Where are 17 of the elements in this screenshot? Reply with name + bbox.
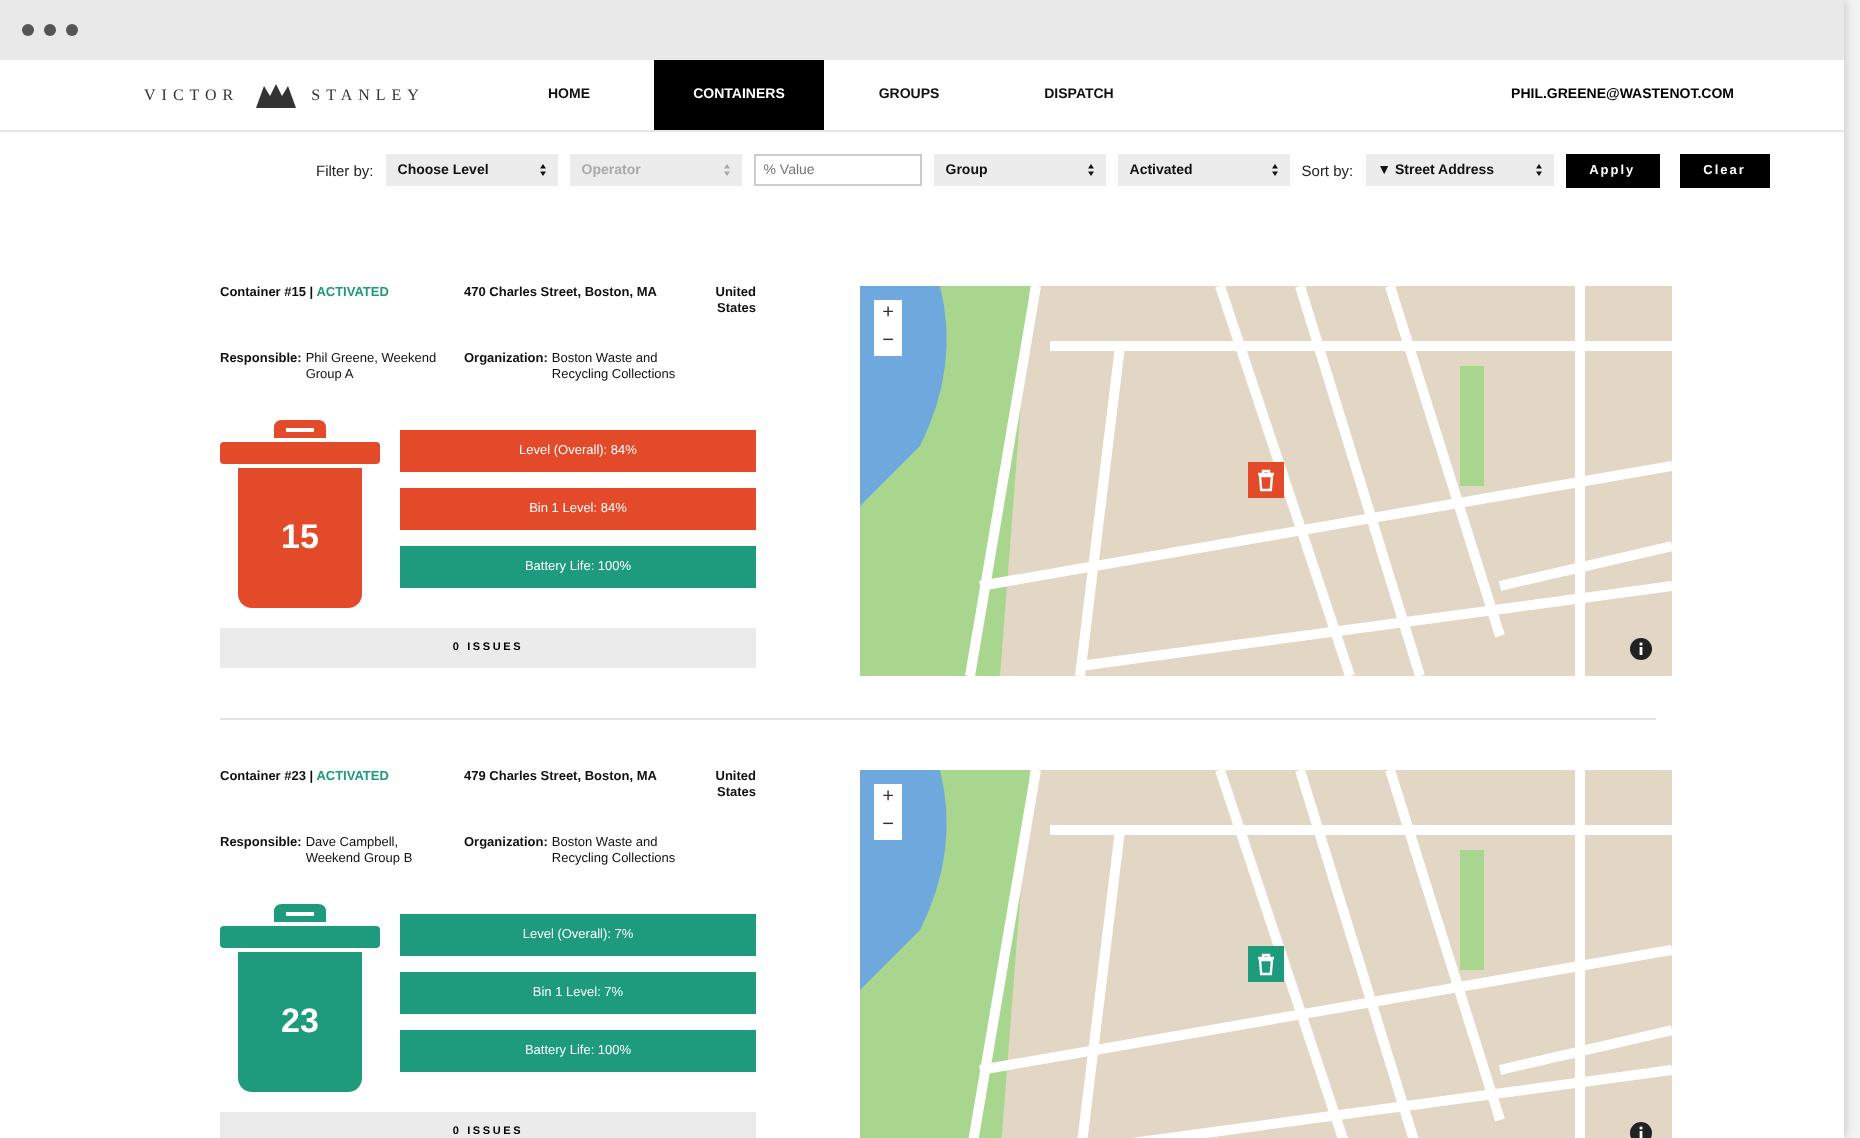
bin-lid-icon (220, 902, 380, 950)
container-number: 23 (281, 1002, 319, 1042)
brand-name: VICTOR (144, 86, 240, 104)
info-icon[interactable] (1630, 638, 1652, 660)
bin-lid-icon (220, 418, 380, 466)
info-icon[interactable] (1630, 1122, 1652, 1138)
window-control-dot (22, 24, 34, 36)
logo-icon (251, 79, 300, 111)
window-control-dot (44, 24, 56, 36)
chevron-icon (723, 164, 730, 176)
chevron-icon (539, 164, 546, 176)
brand-name: STANLEY (311, 86, 425, 104)
chevron-icon (1271, 164, 1278, 176)
container-number: 15 (281, 518, 319, 558)
chevron-icon (1087, 164, 1094, 176)
window-control-dot (66, 24, 78, 36)
chevron-icon (1535, 164, 1542, 176)
